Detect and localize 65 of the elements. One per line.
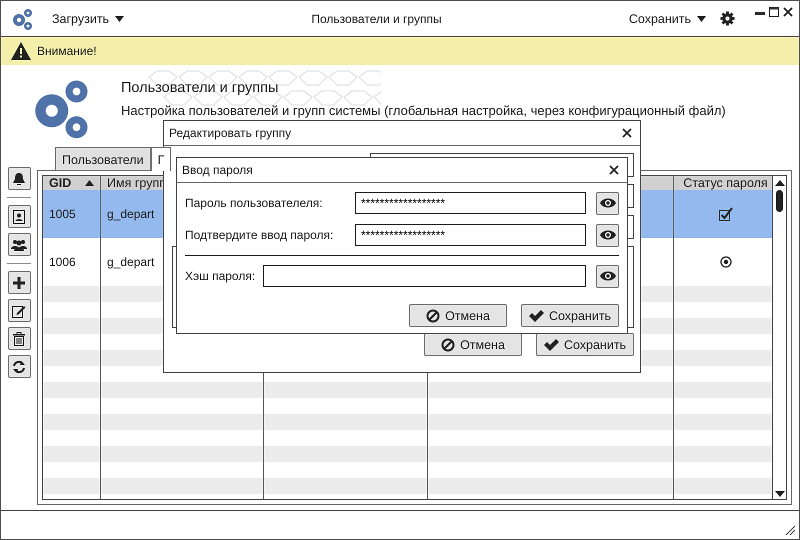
- field-label: Подтвердите ввод пароля:: [185, 228, 334, 242]
- table-cell: 1005: [49, 207, 76, 221]
- refresh-button[interactable]: [8, 355, 30, 378]
- trash-icon: [12, 332, 26, 346]
- edit-button[interactable]: [8, 299, 30, 322]
- page-title: Пользователи и группы: [121, 80, 280, 96]
- scroll-down-icon[interactable]: [774, 491, 784, 497]
- show-password-button[interactable]: [596, 224, 619, 246]
- dialog-title: Редактировать группу: [169, 126, 292, 140]
- tab[interactable]: Г: [150, 147, 172, 171]
- users-button[interactable]: [8, 233, 30, 256]
- eye-icon: [600, 198, 616, 208]
- close-icon[interactable]: [609, 165, 619, 175]
- table-cell: g_depart: [107, 255, 154, 269]
- save-menu[interactable]: Сохранить: [628, 12, 706, 26]
- bell-button[interactable]: [8, 167, 30, 190]
- eye-icon: [600, 271, 616, 281]
- hash-field[interactable]: [263, 265, 586, 287]
- close-icon[interactable]: [622, 128, 632, 138]
- save-button[interactable]: Сохранить: [521, 304, 619, 327]
- scroll-up-icon[interactable]: [774, 180, 784, 186]
- contact-card-icon: [12, 210, 26, 224]
- window-title: Пользователи и группы: [310, 12, 443, 26]
- column-header[interactable]: Статус пароля: [683, 176, 768, 190]
- delete-button[interactable]: [8, 327, 30, 350]
- table-cell: 1006: [49, 255, 76, 269]
- maximize-icon[interactable]: [769, 7, 779, 17]
- caret-icon: [115, 16, 124, 22]
- warning-icon: [11, 42, 31, 60]
- checkmark-icon: [528, 310, 544, 322]
- caret-icon: [697, 16, 706, 22]
- contact-card-button[interactable]: [8, 205, 30, 228]
- field-label: Хэш пароля:: [185, 269, 256, 283]
- table-cell: g_depart: [107, 207, 154, 221]
- field-label: Пароль пользователеля:: [185, 196, 324, 210]
- plus-icon: [12, 276, 26, 290]
- scrollbar[interactable]: [772, 176, 786, 499]
- show-password-button[interactable]: [596, 192, 619, 214]
- page-description: Настройка пользователей и групп системы (глобальная настройка, через конфигурационный файл): [121, 103, 726, 118]
- add-button[interactable]: [8, 271, 30, 294]
- cancel-icon: [441, 338, 456, 352]
- eye-icon: [600, 230, 616, 240]
- scrollbar-thumb[interactable]: [776, 190, 783, 212]
- users-icon: [11, 238, 27, 252]
- cancel-button[interactable]: Отмена: [424, 333, 522, 356]
- close-icon[interactable]: [783, 7, 793, 17]
- column-header[interactable]: GID: [49, 176, 72, 190]
- dialog-title: Ввод пароля: [182, 163, 253, 177]
- cancel-button[interactable]: Отмена: [409, 304, 507, 327]
- bell-icon: [12, 172, 26, 186]
- cancel-icon: [426, 308, 440, 322]
- settings-icon[interactable]: [720, 11, 735, 26]
- load-menu[interactable]: Загрузить: [52, 12, 124, 26]
- edit-icon: [12, 304, 26, 318]
- gears-icon: [10, 6, 34, 30]
- radio-dot-icon: [720, 256, 732, 268]
- refresh-icon: [12, 360, 26, 374]
- warning-text: Внимание!: [37, 44, 97, 58]
- show-hash-button[interactable]: [596, 264, 619, 288]
- save-button[interactable]: Сохранить: [536, 333, 634, 356]
- password-field[interactable]: ******************: [355, 224, 586, 246]
- password-field[interactable]: ******************: [355, 192, 586, 214]
- resize-grip-icon[interactable]: [785, 525, 795, 535]
- tab[interactable]: Пользователи: [55, 147, 151, 171]
- checkbox-checked-icon: [718, 207, 732, 221]
